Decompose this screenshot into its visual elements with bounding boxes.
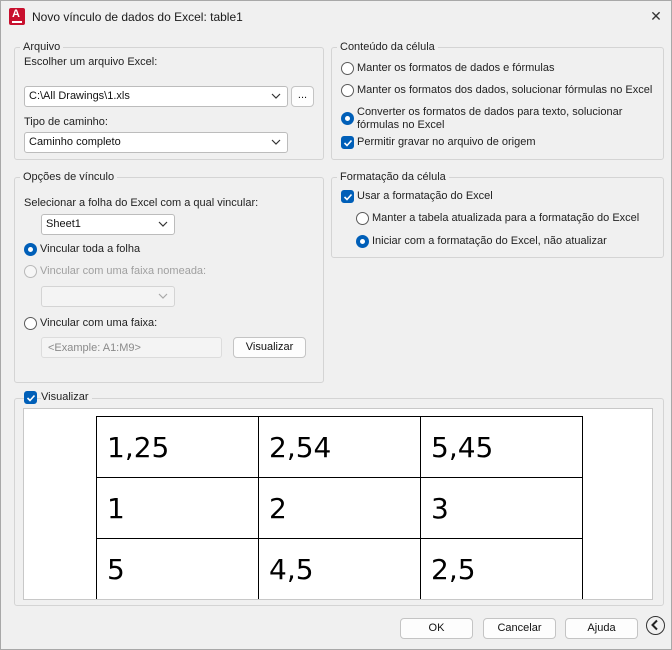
table-cell: 5 [96,538,259,599]
formatacao-legend: Formatação da célula [337,170,449,184]
table-row: 5 4,5 2,5 [96,538,583,599]
named-range-combo[interactable] [41,286,175,307]
range-input[interactable]: <Example: A1:M9> [41,337,222,358]
keep-formats-formulas-label[interactable]: Manter os formatos de dados e fórmulas [357,62,554,74]
table-cell: 3 [420,477,583,539]
chevron-left-icon[interactable] [646,616,665,635]
sheet-combo-value: Sheet1 [46,218,81,230]
opcoes-legend: Opções de vínculo [20,170,118,184]
browse-button[interactable]: ... [291,86,314,107]
ok-button-label: OK [428,622,445,634]
table-cell: 5,45 [420,416,583,478]
convert-to-text-label-line2[interactable]: fórmulas no Excel [357,119,444,131]
table-cell: 2,54 [258,416,421,478]
help-button[interactable]: Ajuda [565,618,638,639]
writeback-checkbox[interactable] [341,136,354,149]
use-excel-format-label[interactable]: Usar a formatação do Excel [357,190,493,202]
table-cell: 4,5 [258,538,421,599]
table-cell: 1,25 [96,416,259,478]
close-icon[interactable]: ✕ [647,7,665,25]
keep-formats-formulas-radio[interactable] [341,62,354,75]
preview-range-button[interactable]: Visualizar [233,337,306,358]
table-cell: 2 [258,477,421,539]
checkmark-icon [343,193,353,201]
checkmark-icon [26,394,36,402]
preview-checkbox[interactable] [24,391,37,404]
sheet-label: Selecionar a folha do Excel com a qual v… [24,197,259,209]
table-row: 1,25 2,54 5,45 [96,416,583,478]
use-excel-format-checkbox[interactable] [341,190,354,203]
preview-checkbox-label[interactable]: Visualizar [41,391,92,403]
cancel-button-label: Cancelar [497,622,542,634]
file-combo-value: C:\All Drawings\1.xls [29,90,130,102]
start-excel-format-radio[interactable] [356,235,369,248]
choose-file-label: Escolher um arquivo Excel: [24,56,158,68]
path-type-combo[interactable]: Caminho completo [24,132,288,153]
named-range-radio[interactable] [24,265,37,278]
preview-table: 1,25 2,54 5,45 1 2 3 5 4,5 2,5 [96,416,583,599]
window-title: Novo vínculo de dados do Excel: table1 [32,10,243,24]
table-cell: 1 [96,477,259,539]
path-type-value: Caminho completo [29,136,121,148]
convert-to-text-label-line1[interactable]: Converter os formatos de dados para text… [357,106,622,118]
chevron-down-icon [271,93,281,99]
start-excel-format-label[interactable]: Iniciar com a formatação do Excel, não a… [372,235,607,247]
help-button-label: Ajuda [587,622,616,634]
dialog-window: A Novo vínculo de dados do Excel: table1… [0,0,672,650]
preview-range-button-label: Visualizar [245,341,294,353]
arquivo-legend: Arquivo [20,40,64,54]
link-sheet-radio[interactable] [24,243,37,256]
app-icon-bar [12,21,22,23]
ok-button[interactable]: OK [400,618,473,639]
browse-button-label: ... [297,89,308,101]
file-combo[interactable]: C:\All Drawings\1.xls [24,86,288,107]
chevron-down-icon [158,221,168,227]
keep-updated-radio[interactable] [356,212,369,225]
keep-updated-label[interactable]: Manter a tabela atualizada para a format… [372,212,639,224]
chevron-left-glyph [651,619,658,631]
writeback-label[interactable]: Permitir gravar no arquivo de origem [357,136,536,148]
chevron-down-icon [271,139,281,145]
title-bar[interactable]: A Novo vínculo de dados do Excel: table1… [1,1,671,32]
sheet-combo[interactable]: Sheet1 [41,214,175,235]
range-label[interactable]: Vincular com uma faixa: [40,317,157,329]
cancel-button[interactable]: Cancelar [483,618,556,639]
chevron-down-icon [158,293,168,299]
app-icon-letter: A [12,8,20,20]
path-type-label: Tipo de caminho: [24,116,108,128]
named-range-label[interactable]: Vincular com uma faixa nomeada: [40,265,206,277]
table-cell: 2,5 [420,538,583,599]
table-row: 1 2 3 [96,477,583,539]
keep-formats-solve-radio[interactable] [341,84,354,97]
keep-formats-solve-label[interactable]: Manter os formatos dos dados, solucionar… [357,84,652,96]
link-sheet-label[interactable]: Vincular toda a folha [40,243,140,255]
autocad-app-icon: A [9,8,25,25]
convert-to-text-radio[interactable] [341,112,354,125]
range-radio[interactable] [24,317,37,330]
checkmark-icon [343,139,353,147]
conteudo-legend: Conteúdo da célula [337,40,438,54]
preview-area: 1,25 2,54 5,45 1 2 3 5 4,5 2,5 [23,408,653,600]
range-input-placeholder: <Example: A1:M9> [48,342,141,354]
